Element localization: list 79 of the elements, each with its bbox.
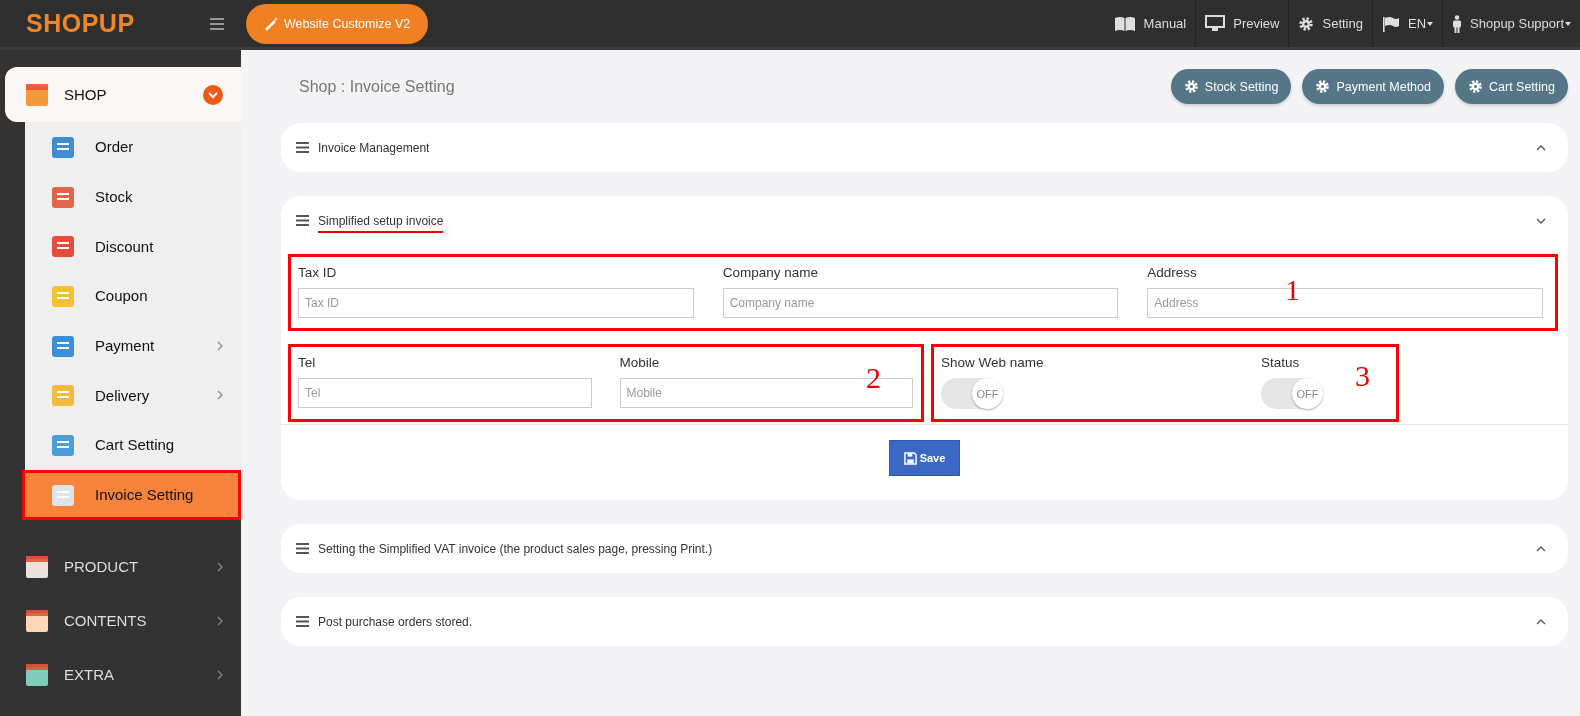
menu-icon — [296, 215, 309, 226]
panel-title: Simplified setup invoice — [318, 214, 444, 233]
sidebar-group-item[interactable]: SHOP — [5, 67, 241, 122]
sidebar-item[interactable]: Discount — [25, 221, 241, 272]
panel-title: Setting the Simplified VAT invoice (the product sales page, pressing Print.) — [318, 541, 714, 556]
switch-state: OFF — [972, 378, 1003, 409]
person-icon — [1452, 14, 1463, 33]
top-nav-link[interactable]: Preview — [1195, 0, 1289, 47]
nav-label: Manual — [1143, 16, 1187, 31]
header-button[interactable]: Cart Setting — [1455, 69, 1568, 104]
chevron-right-icon — [217, 615, 223, 626]
settings-icon — [1298, 15, 1315, 32]
panel-header[interactable]: Post purchase orders stored. — [281, 597, 1568, 646]
settings-icon — [1468, 79, 1483, 94]
menu-item-icon — [24, 661, 50, 688]
field-label: Show Web name — [941, 355, 1045, 370]
sidebar-group-item[interactable]: PRODUCT — [0, 539, 241, 594]
top-nav-link[interactable]: Manual — [1104, 0, 1196, 47]
chevron-right-icon — [217, 561, 223, 572]
annotation-number: 3 — [1355, 359, 1370, 393]
nav-label: Preview — [1233, 16, 1280, 31]
chevron-up-icon — [1536, 618, 1546, 625]
input-field[interactable]: Company name — [722, 288, 1119, 318]
flag-icon — [1381, 15, 1400, 32]
menu-item-icon — [24, 607, 50, 634]
menu-icon — [296, 142, 309, 153]
logo[interactable]: SHOPUP — [26, 9, 135, 37]
sidebar-item[interactable]: Invoice Setting — [22, 469, 241, 520]
monitor-icon — [1205, 15, 1226, 32]
chevron-right-icon — [217, 669, 223, 680]
sidebar-item[interactable]: Cart Setting — [25, 420, 241, 470]
nav-label: Shopup Support — [1470, 16, 1564, 31]
panel-header[interactable]: Simplified setup invoice — [281, 196, 1568, 245]
field-label: Status — [1261, 355, 1301, 370]
menu-icon — [296, 616, 309, 627]
page-title: Shop : Invoice Setting — [299, 77, 456, 96]
top-nav-link[interactable]: Shopup Support — [1442, 0, 1580, 47]
nav-label: Setting — [1322, 16, 1363, 31]
chevron-down-icon — [203, 84, 223, 105]
chevron-up-icon — [1536, 545, 1546, 552]
toggle-switch[interactable]: OFF — [941, 378, 1003, 409]
magic-wand-icon — [264, 15, 280, 32]
menu-item-icon — [24, 553, 50, 580]
field-label: Address — [1147, 265, 1198, 280]
top-nav-link[interactable]: Setting — [1288, 0, 1372, 47]
menu-item-icon — [24, 81, 50, 108]
header-button[interactable]: Payment Method — [1302, 69, 1444, 104]
settings-icon — [1315, 79, 1331, 94]
switch-state: OFF — [1292, 378, 1323, 409]
panel-title: Invoice Management — [318, 140, 431, 155]
chevron-up-icon — [1536, 144, 1546, 151]
input-field[interactable]: Tax ID — [298, 288, 694, 318]
save-button[interactable]: Save — [888, 440, 961, 476]
field-label: Tel — [298, 355, 317, 370]
top-nav-link[interactable]: EN — [1371, 0, 1443, 47]
sidebar-item[interactable]: Payment — [25, 320, 241, 371]
panel-title: Post purchase orders stored. — [318, 614, 474, 629]
toggle-switch[interactable]: OFF — [1261, 378, 1323, 409]
sidebar-item[interactable]: Stock — [25, 171, 241, 222]
sidebar-item[interactable]: Coupon — [25, 271, 241, 321]
sidebar-item[interactable]: Order — [25, 122, 241, 172]
menu-icon — [296, 543, 309, 554]
menu-item-icon — [50, 382, 76, 409]
book-icon — [1113, 15, 1136, 32]
input-field[interactable]: Tel — [298, 378, 592, 408]
sidebar-group-item[interactable]: EXTRA — [0, 647, 241, 702]
field-label: Tax ID — [298, 265, 338, 280]
menu-item-icon — [50, 233, 76, 260]
panel-header[interactable]: Invoice Management — [281, 123, 1568, 172]
sidebar-group-item[interactable]: CONTENTS — [0, 593, 241, 648]
panel-header[interactable]: Setting the Simplified VAT invoice (the product sales page, pressing Print.) — [281, 524, 1568, 573]
field-label: Company name — [722, 265, 819, 280]
header-button[interactable]: Stock Setting — [1170, 69, 1292, 104]
menu-icon[interactable] — [210, 17, 224, 30]
settings-icon — [1183, 79, 1199, 94]
sidebar-item[interactable]: Delivery — [25, 370, 241, 421]
nav-label: EN — [1407, 16, 1427, 31]
field-label: Mobile — [619, 355, 661, 370]
chevron-down-icon — [1536, 217, 1546, 224]
